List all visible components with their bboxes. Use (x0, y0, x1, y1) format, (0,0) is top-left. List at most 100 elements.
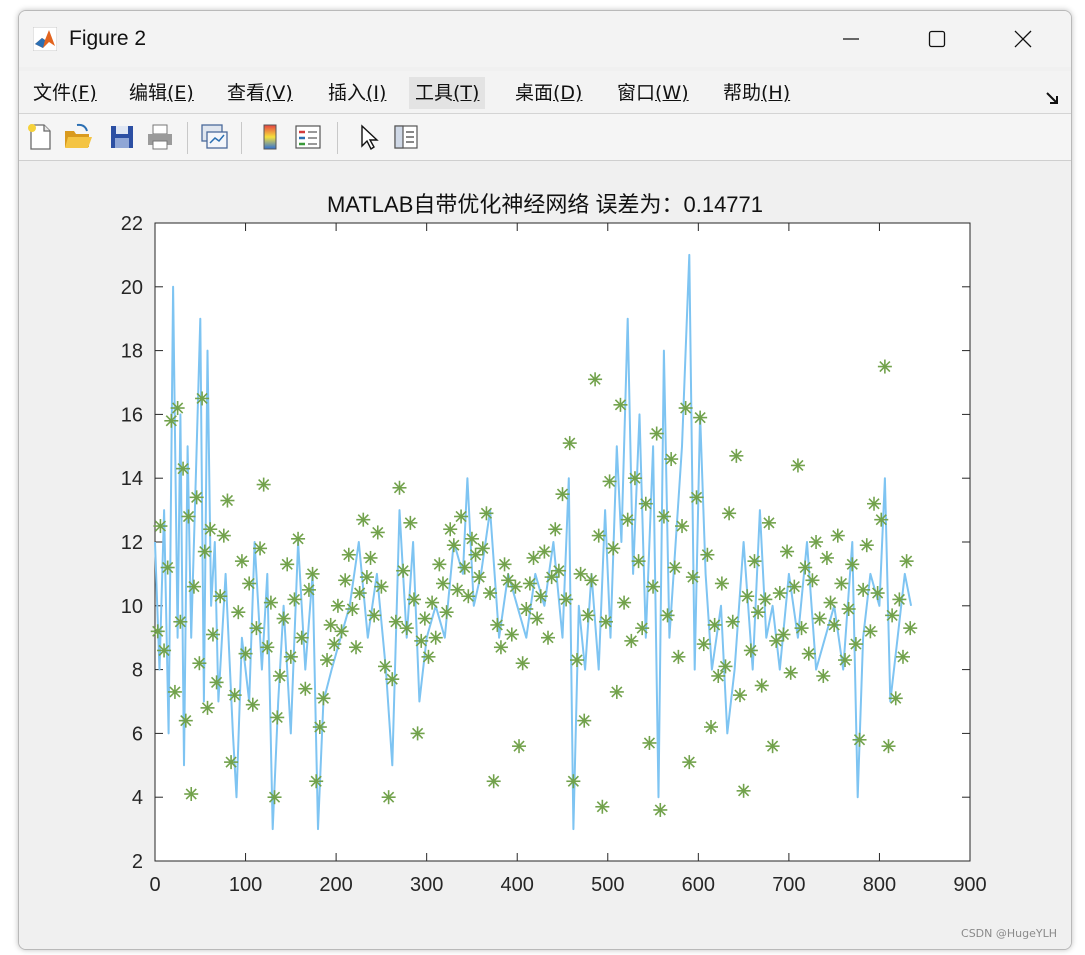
data-point-marker (167, 684, 182, 699)
data-point-marker (280, 557, 295, 572)
data-point-marker (848, 637, 863, 652)
data-point-marker (598, 614, 613, 629)
data-point-marker (841, 601, 856, 616)
data-point-marker (678, 401, 693, 416)
data-point-marker (461, 589, 476, 604)
data-point-marker (772, 586, 787, 601)
data-point-marker (765, 739, 780, 754)
y-tick-label: 6 (132, 723, 143, 745)
data-point-marker (260, 640, 275, 655)
data-point-marker (253, 541, 268, 556)
data-point-marker (830, 528, 845, 543)
data-point-marker (620, 512, 635, 527)
data-point-marker (885, 608, 900, 623)
data-point-marker (526, 550, 541, 565)
data-point-marker (263, 595, 278, 610)
data-point-marker (845, 557, 860, 572)
data-point-marker (776, 627, 791, 642)
y-tick-label: 12 (121, 532, 143, 554)
axes-background (154, 222, 971, 862)
data-point-marker (580, 608, 595, 623)
data-point-marker (184, 787, 199, 802)
data-point-marker (287, 592, 302, 607)
data-point-marker (631, 554, 646, 569)
data-point-marker (249, 621, 264, 636)
y-tick-label: 16 (121, 404, 143, 426)
data-point-marker (790, 458, 805, 473)
data-point-marker (421, 649, 436, 664)
data-point-marker (176, 461, 191, 476)
data-point-marker (646, 579, 661, 594)
data-point-marker (267, 790, 282, 805)
data-point-marker (714, 576, 729, 591)
data-point-marker (349, 640, 364, 655)
data-point-marker (323, 617, 338, 632)
x-tick-label: 800 (863, 874, 896, 896)
y-tick-label: 22 (121, 213, 143, 235)
data-point-marker (537, 544, 552, 559)
data-point-marker (812, 611, 827, 626)
data-point-marker (486, 774, 501, 789)
data-point-marker (732, 688, 747, 703)
data-point-marker (660, 608, 675, 623)
data-point-marker (181, 509, 196, 524)
data-point-marker (809, 535, 824, 549)
data-point-marker (209, 675, 224, 690)
data-point-marker (555, 487, 570, 502)
data-point-marker (189, 490, 204, 505)
data-point-marker (508, 579, 523, 594)
x-tick-label: 200 (319, 874, 352, 896)
data-point-marker (758, 592, 773, 607)
data-point-marker (743, 643, 758, 658)
data-point-marker (867, 496, 882, 511)
data-point-marker (700, 547, 715, 562)
data-point-marker (231, 605, 246, 620)
data-point-marker (577, 713, 592, 728)
plot-area[interactable]: 0 100 200 300 400 500 600 700 800 900 2 4 6 8 10 12 14 16… (19, 11, 1071, 949)
data-point-marker (718, 659, 733, 674)
data-point-marker (696, 637, 711, 652)
data-point-marker (356, 512, 371, 527)
data-point-marker (834, 576, 849, 591)
data-point-marker (751, 605, 766, 620)
data-point-marker (367, 608, 382, 623)
data-point-marker (234, 554, 249, 569)
x-tick-label: 500 (591, 874, 624, 896)
data-point-marker (609, 684, 624, 699)
data-point-marker (338, 573, 353, 588)
data-point-marker (736, 783, 751, 798)
data-point-marker (642, 735, 657, 750)
data-point-marker (291, 531, 306, 546)
data-point-marker (649, 426, 664, 441)
data-point-marker (664, 452, 679, 467)
data-point-marker (675, 519, 690, 534)
data-point-marker (388, 614, 403, 629)
data-point-marker (899, 554, 914, 569)
y-tick-label: 4 (132, 787, 143, 809)
data-point-marker (667, 560, 682, 575)
data-point-marker (490, 617, 505, 632)
data-point-marker (245, 697, 260, 712)
data-point-marker (497, 557, 512, 572)
data-point-marker (454, 509, 469, 524)
data-point-marker (725, 614, 740, 629)
data-point-marker (689, 490, 704, 505)
data-point-marker (519, 601, 534, 616)
data-point-marker (559, 592, 574, 607)
data-point-marker (761, 515, 776, 530)
data-point-marker (173, 614, 188, 629)
data-point-marker (403, 515, 418, 530)
data-point-marker (192, 656, 207, 671)
data-point-marker (780, 544, 795, 559)
data-point-marker (892, 592, 907, 607)
data-point-marker (417, 611, 432, 626)
figure-window: Figure 2 文件(F) 编辑(E) 查看(V) 插入(I) 工具(T) 桌… (18, 10, 1072, 950)
data-point-marker (671, 649, 686, 664)
data-point-marker (627, 471, 642, 486)
data-point-marker (483, 586, 498, 601)
data-point-marker (729, 448, 744, 463)
data-point-marker (450, 582, 465, 597)
data-point-marker (541, 630, 556, 645)
data-point-marker (195, 391, 210, 406)
data-point-marker (653, 802, 668, 817)
